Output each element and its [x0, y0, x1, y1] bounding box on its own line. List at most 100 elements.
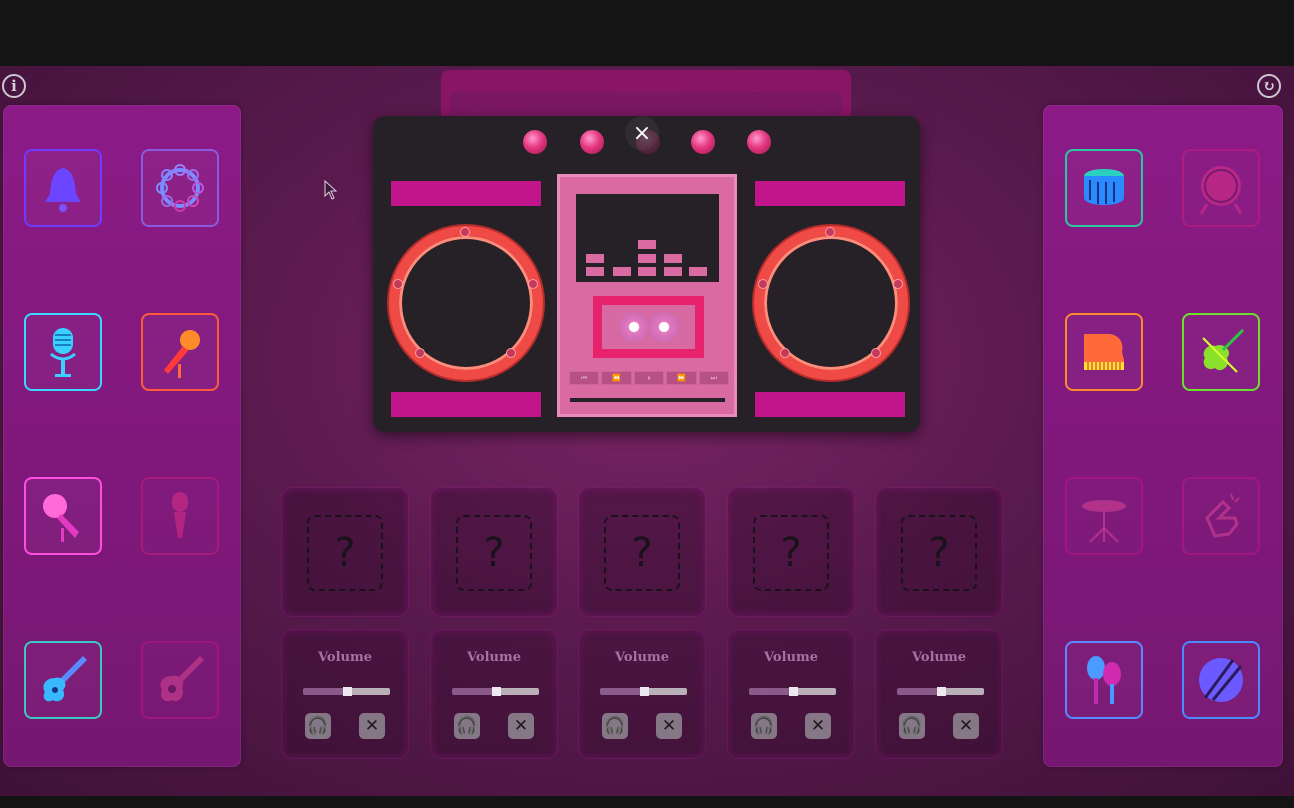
remove-button[interactable]: ✕ [953, 713, 979, 739]
remove-button[interactable]: ✕ [656, 713, 682, 739]
headphones-icon[interactable]: 🎧 [602, 713, 628, 739]
app-canvas: i ↻ × ⏮ ⏪ ⏸ ⏩ ⏭ ? ? ? ? ? Volume 🎧 ✕ Vol… [0, 66, 1294, 796]
snapping-hand-button[interactable] [1182, 477, 1260, 555]
pink-microphone-icon [43, 494, 79, 542]
fast-forward-button[interactable]: ⏩ [666, 371, 697, 385]
headphones-icon[interactable]: 🎧 [454, 713, 480, 739]
slot-controls: Volume 🎧 ✕ [579, 630, 705, 758]
playback-progress[interactable] [570, 398, 725, 402]
tambourine-icon [156, 164, 204, 212]
headphones-icon[interactable]: 🎧 [899, 713, 925, 739]
speaker-bolt [780, 348, 790, 358]
grand-piano-button[interactable] [1065, 313, 1143, 391]
question-icon: ? [604, 515, 680, 591]
drum-sticks-button[interactable] [1182, 641, 1260, 719]
right-reel [649, 312, 679, 342]
right-instrument-panel [1043, 105, 1283, 767]
info-icon[interactable]: i [2, 74, 26, 98]
volume-label: Volume [912, 650, 966, 665]
maracas-button[interactable] [1065, 641, 1143, 719]
remove-button[interactable]: ✕ [805, 713, 831, 739]
snare-drum-icon [1084, 169, 1124, 205]
bottom-bar [0, 796, 1294, 808]
volume-label: Volume [467, 650, 521, 665]
remove-button[interactable]: ✕ [508, 713, 534, 739]
tambourine-instrument-button[interactable] [141, 149, 219, 227]
speaker-bolt [871, 348, 881, 358]
stick-microphone-button[interactable] [141, 477, 219, 555]
volume-slider[interactable] [303, 687, 390, 696]
transport-controls: ⏮ ⏪ ⏸ ⏩ ⏭ [569, 371, 730, 385]
question-icon: ? [753, 515, 829, 591]
volume-thumb[interactable] [491, 687, 501, 696]
boombox-modal: × ⏮ ⏪ ⏸ ⏩ ⏭ [373, 116, 920, 432]
pink-dot-4[interactable] [691, 130, 715, 154]
speaker-bolt [460, 227, 470, 237]
instrument-slot[interactable]: ? [876, 488, 1002, 616]
left-speaker [389, 226, 543, 380]
headphones-icon[interactable]: 🎧 [751, 713, 777, 739]
skip-forward-button[interactable]: ⏭ [698, 371, 730, 385]
bass-drum-button[interactable] [1182, 149, 1260, 227]
speaker-bolt [506, 348, 516, 358]
maracas-icon [1087, 656, 1121, 704]
pink-dot-5[interactable] [747, 130, 771, 154]
speaker-bolt [528, 279, 538, 289]
instrument-slot[interactable]: ? [431, 488, 557, 616]
pause-button[interactable]: ⏸ [633, 371, 665, 385]
rewind-button[interactable]: ⏪ [601, 371, 632, 385]
snare-drum-button[interactable] [1065, 149, 1143, 227]
volume-thumb[interactable] [936, 687, 946, 696]
bell-icon [45, 168, 81, 212]
mouse-cursor-icon [324, 180, 338, 200]
question-icon: ? [456, 515, 532, 591]
instrument-slot[interactable]: ? [728, 488, 854, 616]
headphones-icon[interactable]: 🎧 [305, 713, 331, 739]
speaker-bolt [825, 227, 835, 237]
right-top-bar [755, 181, 905, 206]
electric-guitar-icon [43, 656, 87, 702]
equalizer-display [576, 194, 719, 282]
left-instrument-panel [3, 105, 241, 767]
vintage-microphone-button[interactable] [24, 313, 102, 391]
volume-slider[interactable] [749, 687, 836, 696]
violin-icon [1202, 328, 1245, 373]
electric-guitar-button[interactable] [24, 641, 102, 719]
volume-thumb[interactable] [639, 687, 649, 696]
volume-label: Volume [764, 650, 818, 665]
speaker-bolt [893, 279, 903, 289]
volume-slider[interactable] [600, 687, 687, 696]
close-button[interactable]: × [625, 116, 659, 150]
left-top-bar [391, 181, 541, 206]
instrument-slot[interactable]: ? [282, 488, 408, 616]
skip-back-button[interactable]: ⏮ [569, 371, 600, 385]
bass-drum-icon [1199, 166, 1243, 215]
handheld-microphone-button[interactable] [141, 313, 219, 391]
snapping-hand-icon [1205, 493, 1240, 538]
speaker-bolt [415, 348, 425, 358]
pink-dot-1[interactable] [523, 130, 547, 154]
violin-button[interactable] [1182, 313, 1260, 391]
cymbal-button[interactable] [1065, 477, 1143, 555]
refresh-icon[interactable]: ↻ [1257, 74, 1281, 98]
remove-button[interactable]: ✕ [359, 713, 385, 739]
acoustic-guitar-button[interactable] [141, 641, 219, 719]
slot-controls: Volume 🎧 ✕ [282, 630, 408, 758]
volume-slider[interactable] [897, 687, 984, 696]
vintage-microphone-icon [50, 328, 76, 377]
volume-thumb[interactable] [342, 687, 352, 696]
slot-controls: Volume 🎧 ✕ [876, 630, 1002, 758]
bell-instrument-button[interactable] [24, 149, 102, 227]
cassette-tape [593, 296, 704, 358]
pink-microphone-button[interactable] [24, 477, 102, 555]
volume-slider[interactable] [452, 687, 539, 696]
stick-microphone-icon [172, 492, 188, 538]
instrument-slot[interactable]: ? [579, 488, 705, 616]
speaker-bolt [758, 279, 768, 289]
cassette-player: ⏮ ⏪ ⏸ ⏩ ⏭ [557, 174, 737, 417]
right-bottom-bar [755, 392, 905, 417]
acoustic-guitar-icon [160, 656, 204, 702]
volume-thumb[interactable] [788, 687, 798, 696]
pink-dot-2[interactable] [580, 130, 604, 154]
right-speaker [754, 226, 908, 380]
